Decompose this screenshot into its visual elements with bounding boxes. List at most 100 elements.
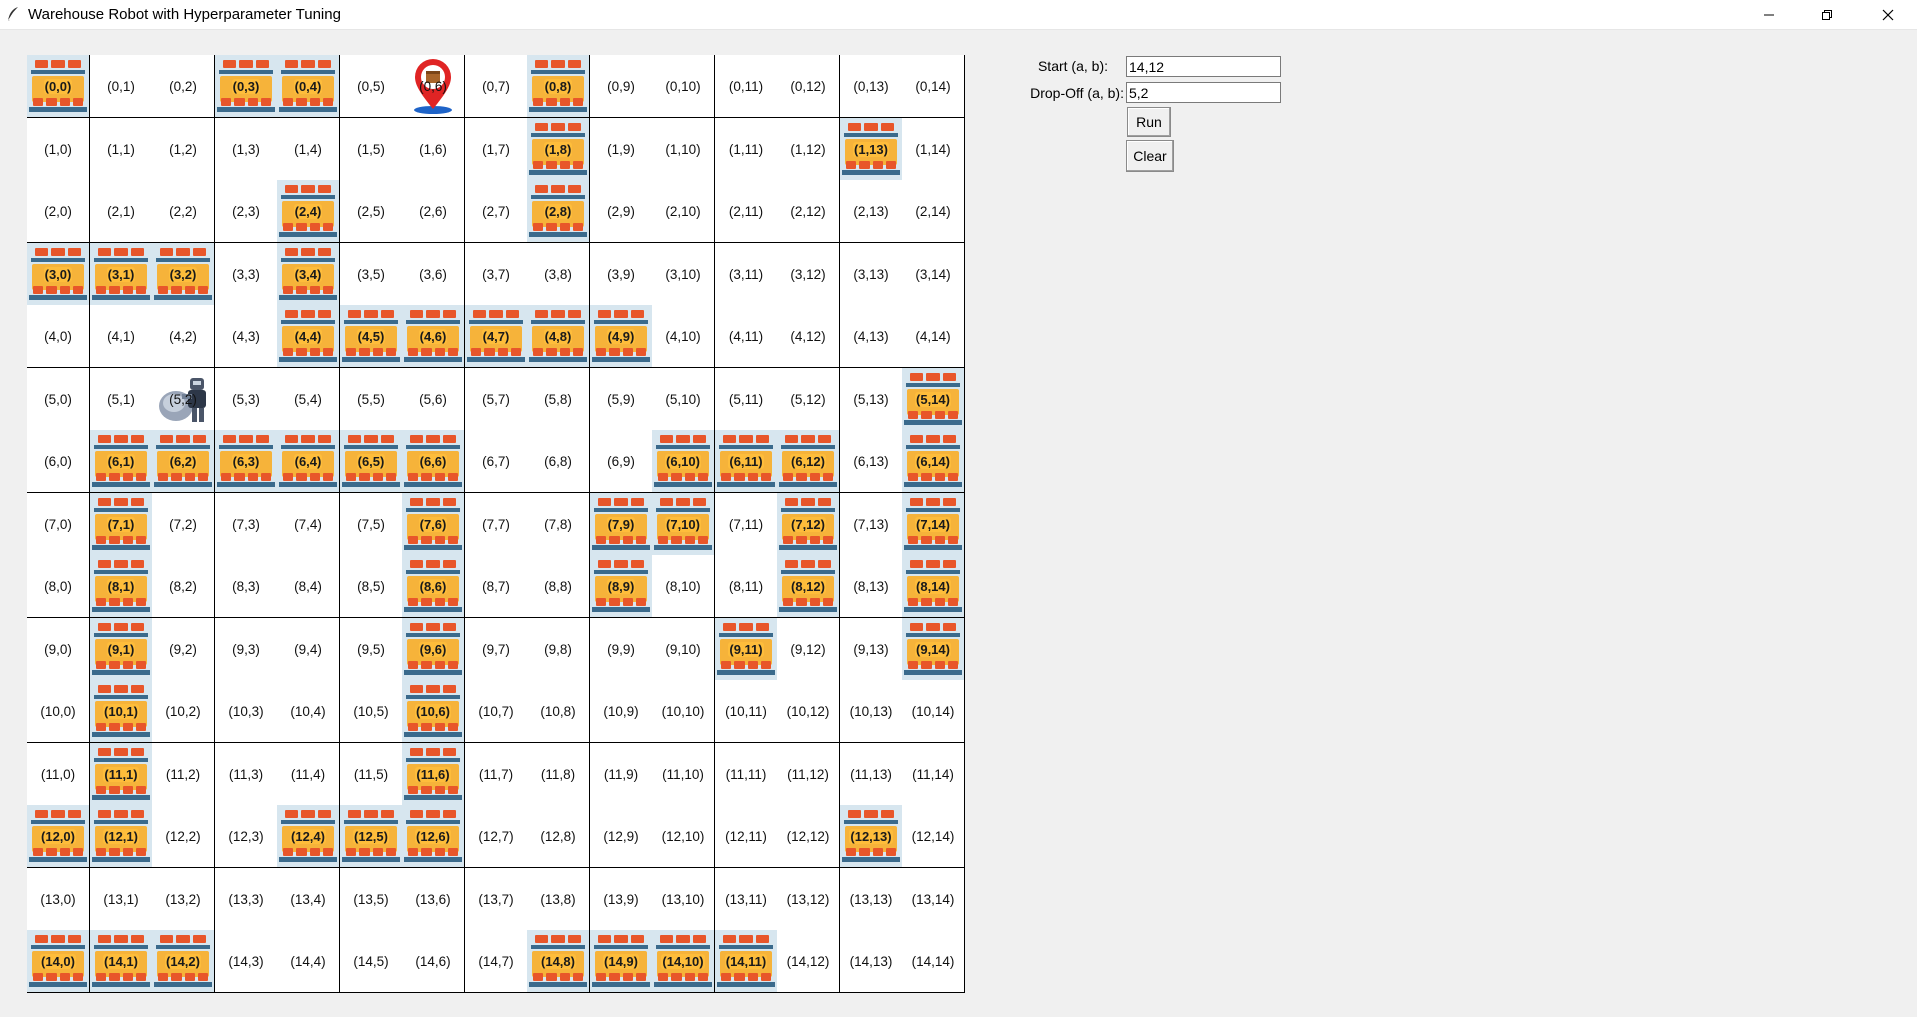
minimize-button[interactable] <box>1740 0 1798 29</box>
run-button[interactable]: Run <box>1127 107 1171 137</box>
grid-cell: (10,2) <box>152 680 215 743</box>
cell-coordinate-label: (14,7) <box>478 953 514 969</box>
cell-coordinate-label: (10,6) <box>415 703 451 719</box>
grid-cell: (14,5) <box>340 930 403 993</box>
grid-cell: (4,1) <box>90 305 153 368</box>
cell-coordinate-label: (2,5) <box>357 203 385 219</box>
shelf-cell: (0,4) <box>277 55 340 118</box>
grid-cell: (3,9) <box>590 243 653 306</box>
grid-cell: (10,14) <box>902 680 965 743</box>
cell-coordinate-label: (8,6) <box>418 578 448 594</box>
cell-coordinate-label: (11,1) <box>103 766 139 782</box>
cell-coordinate-label: (9,12) <box>790 641 826 657</box>
cell-coordinate-label: (13,2) <box>165 891 201 907</box>
feather-icon <box>6 6 20 27</box>
cell-coordinate-label: (6,13) <box>853 453 889 469</box>
cell-coordinate-label: (4,9) <box>606 328 636 344</box>
cell-coordinate-label: (14,3) <box>228 953 264 969</box>
cell-coordinate-label: (5,14) <box>915 391 951 407</box>
cell-coordinate-label: (3,2) <box>168 266 198 282</box>
grid-cell: (4,13) <box>840 305 903 368</box>
cell-coordinate-label: (7,12) <box>790 516 826 532</box>
shelf-cell: (4,4) <box>277 305 340 368</box>
start-input[interactable] <box>1126 56 1281 77</box>
grid-cell: (13,11) <box>715 868 778 931</box>
grid-cell: (0,9) <box>590 55 653 118</box>
cell-coordinate-label: (3,7) <box>482 266 510 282</box>
cell-coordinate-label: (11,7) <box>478 766 514 782</box>
cell-coordinate-label: (5,1) <box>107 391 135 407</box>
cell-coordinate-label: (6,0) <box>44 453 72 469</box>
cell-coordinate-label: (8,4) <box>294 578 322 594</box>
cell-coordinate-label: (9,1) <box>106 641 136 657</box>
cell-coordinate-label: (11,12) <box>787 766 829 782</box>
grid-cell: (12,8) <box>527 805 590 868</box>
grid-cell: (7,7) <box>465 493 528 556</box>
grid-cell: (0,13) <box>840 55 903 118</box>
grid-cell: (2,3) <box>215 180 278 243</box>
grid-cell: (10,4) <box>277 680 340 743</box>
grid-cell: (3,7) <box>465 243 528 306</box>
cell-coordinate-label: (5,7) <box>482 391 510 407</box>
cell-coordinate-label: (7,14) <box>915 516 951 532</box>
shelf-cell: (7,10) <box>652 493 715 556</box>
cell-coordinate-label: (3,8) <box>544 266 572 282</box>
close-button[interactable] <box>1859 0 1917 29</box>
cell-coordinate-label: (9,9) <box>607 641 635 657</box>
grid-cell: (7,0) <box>27 493 90 556</box>
cell-coordinate-label: (0,11) <box>728 78 764 94</box>
cell-coordinate-label: (1,2) <box>169 141 197 157</box>
grid-cell: (9,9) <box>590 618 653 681</box>
grid-cell: (5,6) <box>402 368 465 431</box>
grid-cell: (13,3) <box>215 868 278 931</box>
cell-coordinate-label: (0,14) <box>915 78 951 94</box>
shelf-cell: (3,4) <box>277 243 340 306</box>
cell-coordinate-label: (14,1) <box>103 953 139 969</box>
grid-cell: (2,14) <box>902 180 965 243</box>
start-label: Start (a, b): <box>1037 58 1108 74</box>
cell-coordinate-label: (7,1) <box>106 516 136 532</box>
grid-cell: (5,9) <box>590 368 653 431</box>
cell-coordinate-label: (4,1) <box>107 328 135 344</box>
cell-coordinate-label: (14,6) <box>415 953 451 969</box>
grid-cell: (12,3) <box>215 805 278 868</box>
restore-button[interactable] <box>1798 0 1856 29</box>
grid-cell: (13,4) <box>277 868 340 931</box>
cell-coordinate-label: (4,2) <box>169 328 197 344</box>
cell-coordinate-label: (10,2) <box>165 703 201 719</box>
cell-coordinate-label: (2,14) <box>915 203 951 219</box>
minimize-icon <box>1764 14 1774 15</box>
clear-button[interactable]: Clear <box>1126 140 1174 172</box>
grid-cell: (11,5) <box>340 743 403 806</box>
cell-coordinate-label: (9,10) <box>665 641 701 657</box>
grid-cell: (3,8) <box>527 243 590 306</box>
grid-cell: (12,11) <box>715 805 778 868</box>
grid-cell: (8,0) <box>27 555 90 618</box>
shelf-cell: (12,4) <box>277 805 340 868</box>
cell-coordinate-label: (0,3) <box>231 78 261 94</box>
grid-cell: (5,3) <box>215 368 278 431</box>
cell-coordinate-label: (3,0) <box>43 266 73 282</box>
shelf-cell: (14,1) <box>90 930 153 993</box>
cell-coordinate-label: (5,9) <box>607 391 635 407</box>
dropoff-input[interactable] <box>1126 82 1281 103</box>
cell-coordinate-label: (9,14) <box>915 641 951 657</box>
cell-coordinate-label: (6,1) <box>106 453 136 469</box>
shelf-cell: (6,4) <box>277 430 340 493</box>
shelf-cell: (8,1) <box>90 555 153 618</box>
cell-coordinate-label: (10,3) <box>228 703 264 719</box>
cell-coordinate-label: (3,1) <box>106 266 136 282</box>
grid-cell: (13,2) <box>152 868 215 931</box>
cell-coordinate-label: (10,10) <box>661 703 705 719</box>
cell-coordinate-label: (6,3) <box>231 453 261 469</box>
grid-cell: (5,5) <box>340 368 403 431</box>
grid-cell: (3,13) <box>840 243 903 306</box>
cell-coordinate-label: (13,4) <box>290 891 326 907</box>
grid-cell: (9,2) <box>152 618 215 681</box>
cell-coordinate-label: (0,6) <box>419 78 447 94</box>
cell-coordinate-label: (4,11) <box>728 328 764 344</box>
cell-coordinate-label: (11,0) <box>40 766 76 782</box>
grid-cell: (5,12) <box>777 368 840 431</box>
cell-coordinate-label: (12,6) <box>415 828 451 844</box>
shelf-cell: (6,14) <box>902 430 965 493</box>
